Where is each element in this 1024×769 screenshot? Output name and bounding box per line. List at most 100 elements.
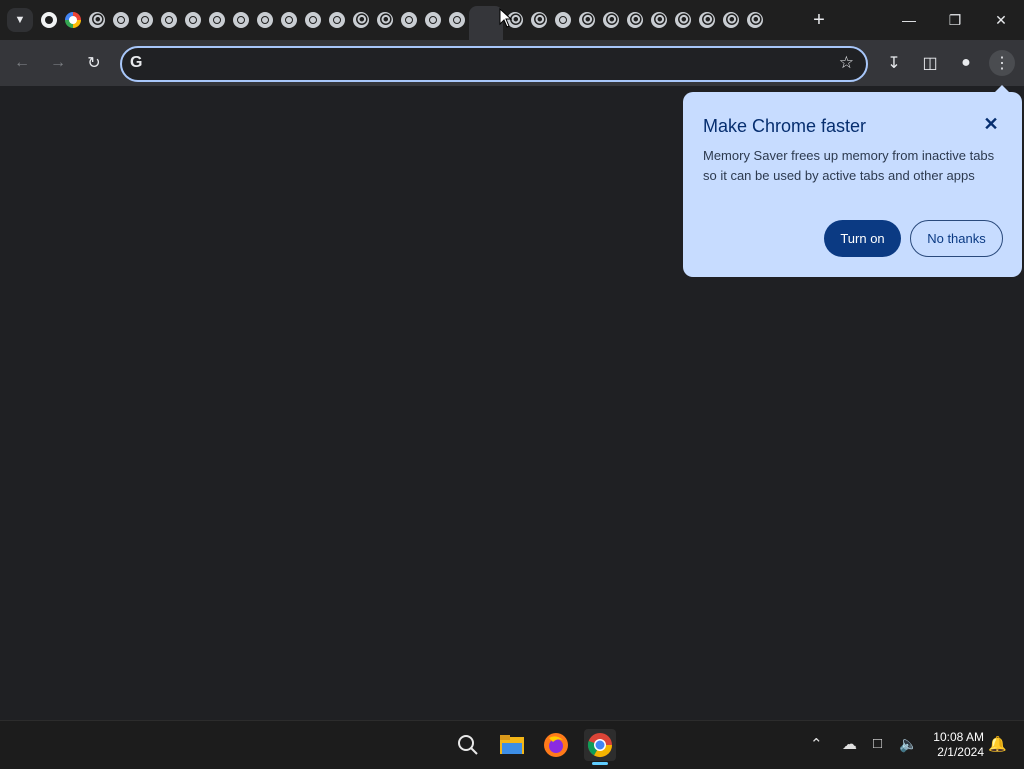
popup-body: Memory Saver frees up memory from inacti…: [703, 148, 995, 183]
forward-button[interactable]: →: [45, 50, 71, 76]
side-panel-icon: ◫: [922, 55, 938, 72]
profile-button[interactable]: ●: [953, 50, 979, 76]
reload-button[interactable]: ↻: [81, 50, 107, 76]
network-icon[interactable]: □: [873, 735, 882, 752]
bookmark-star-icon[interactable]: ☆: [839, 53, 854, 73]
download-icon: ↧: [887, 55, 901, 72]
swirl-icon: [651, 12, 667, 28]
tab-26[interactable]: [671, 6, 695, 34]
downloads-button[interactable]: ↧: [881, 50, 907, 76]
swirl-icon: [627, 12, 643, 28]
taskbar: ⌃ ☁ □ 🔈 10:08 AM 2/1/2024 🔔: [0, 720, 1024, 769]
tab-22[interactable]: [575, 6, 599, 34]
firefox-icon: [544, 733, 568, 757]
tab-12[interactable]: [325, 6, 349, 34]
tab-23[interactable]: [599, 6, 623, 34]
chrome-icon: [209, 12, 225, 28]
chrome-icon: [137, 12, 153, 28]
notifications-bell-icon[interactable]: 🔔: [988, 735, 1007, 753]
chrome-icon: [401, 12, 417, 28]
tab-15[interactable]: [397, 6, 421, 34]
tab-24[interactable]: [623, 6, 647, 34]
chrome-icon: [587, 733, 612, 758]
tab-27[interactable]: [695, 6, 719, 34]
chrome-icon: [161, 12, 177, 28]
tab-0[interactable]: [37, 6, 61, 34]
tab-21[interactable]: [551, 6, 575, 34]
tab-search-button[interactable]: ▼: [7, 8, 33, 32]
chrome-icon: [329, 12, 345, 28]
google-g-icon: G: [130, 54, 143, 71]
tab-list: [37, 6, 767, 40]
tab-17[interactable]: [445, 6, 469, 34]
active-app-indicator: [592, 762, 608, 765]
google-icon: [65, 12, 81, 28]
back-arrow-icon: ←: [14, 54, 30, 71]
new-tab-button[interactable]: +: [807, 8, 831, 32]
chrome-icon: [113, 12, 129, 28]
swirl-icon: [699, 12, 715, 28]
swirl-icon: [747, 12, 763, 28]
taskbar-search-button[interactable]: [452, 729, 484, 761]
memory-saver-popup: Make Chrome faster ✕ Memory Saver frees …: [683, 92, 1022, 277]
chrome-icon: [257, 12, 273, 28]
chrome-icon: [281, 12, 297, 28]
chrome-menu-button[interactable]: ⋮: [989, 50, 1015, 76]
turn-on-button[interactable]: Turn on: [824, 220, 901, 257]
tab-4[interactable]: [133, 6, 157, 34]
onedrive-offline-icon[interactable]: ☁: [842, 735, 857, 753]
system-clock[interactable]: 10:08 AM 2/1/2024: [926, 730, 984, 760]
tab-13[interactable]: [349, 6, 373, 34]
tab-10[interactable]: [277, 6, 301, 34]
volume-muted-icon[interactable]: 🔈: [899, 735, 918, 753]
swirl-icon: [353, 12, 369, 28]
taskbar-firefox[interactable]: [540, 729, 572, 761]
chrome-icon: [185, 12, 201, 28]
swirl-icon: [723, 12, 739, 28]
minimize-button[interactable]: —: [886, 0, 932, 40]
no-thanks-button[interactable]: No thanks: [910, 220, 1003, 257]
tab-1[interactable]: [61, 6, 85, 34]
minimize-icon: —: [902, 12, 916, 28]
tab-8[interactable]: [229, 6, 253, 34]
tab-7[interactable]: [205, 6, 229, 34]
restore-button[interactable]: ❐: [932, 0, 978, 40]
close-window-button[interactable]: ✕: [978, 0, 1024, 40]
swirl-icon: [531, 12, 547, 28]
tab-3[interactable]: [109, 6, 133, 34]
mouse-cursor-icon: [499, 8, 513, 28]
back-button[interactable]: ←: [9, 50, 35, 76]
tab-6[interactable]: [181, 6, 205, 34]
tab-2[interactable]: [85, 6, 109, 34]
forward-arrow-icon: →: [50, 54, 66, 71]
file-explorer-icon: [500, 735, 524, 754]
tab-29[interactable]: [743, 6, 767, 34]
popup-close-button[interactable]: ✕: [979, 112, 1003, 136]
search-icon: [458, 735, 478, 755]
taskbar-file-explorer[interactable]: [496, 729, 528, 761]
swirl-icon: [675, 12, 691, 28]
tab-5[interactable]: [157, 6, 181, 34]
toolbar: ← → ↻ G ☆ ↧ ◫ ● ⋮: [0, 40, 1024, 86]
tab-11[interactable]: [301, 6, 325, 34]
tab-25[interactable]: [647, 6, 671, 34]
omnibox[interactable]: G ☆: [120, 46, 868, 82]
tab-9[interactable]: [253, 6, 277, 34]
swirl-icon: [603, 12, 619, 28]
swirl-icon: [377, 12, 393, 28]
close-icon: ✕: [983, 113, 999, 134]
github-icon: [41, 12, 57, 28]
reload-icon: ↻: [87, 55, 101, 72]
tab-14[interactable]: [373, 6, 397, 34]
address-input[interactable]: [154, 52, 838, 78]
taskbar-chrome[interactable]: [584, 729, 616, 765]
chevron-down-icon: ▼: [14, 14, 26, 26]
clock-date: 2/1/2024: [937, 745, 984, 759]
close-icon: ✕: [995, 11, 1007, 28]
tab-18[interactable]: [469, 6, 503, 40]
tab-28[interactable]: [719, 6, 743, 34]
tab-16[interactable]: [421, 6, 445, 34]
tab-20[interactable]: [527, 6, 551, 34]
tray-overflow-chevron-icon[interactable]: ⌃: [810, 735, 823, 753]
side-panel-button[interactable]: ◫: [917, 50, 943, 76]
